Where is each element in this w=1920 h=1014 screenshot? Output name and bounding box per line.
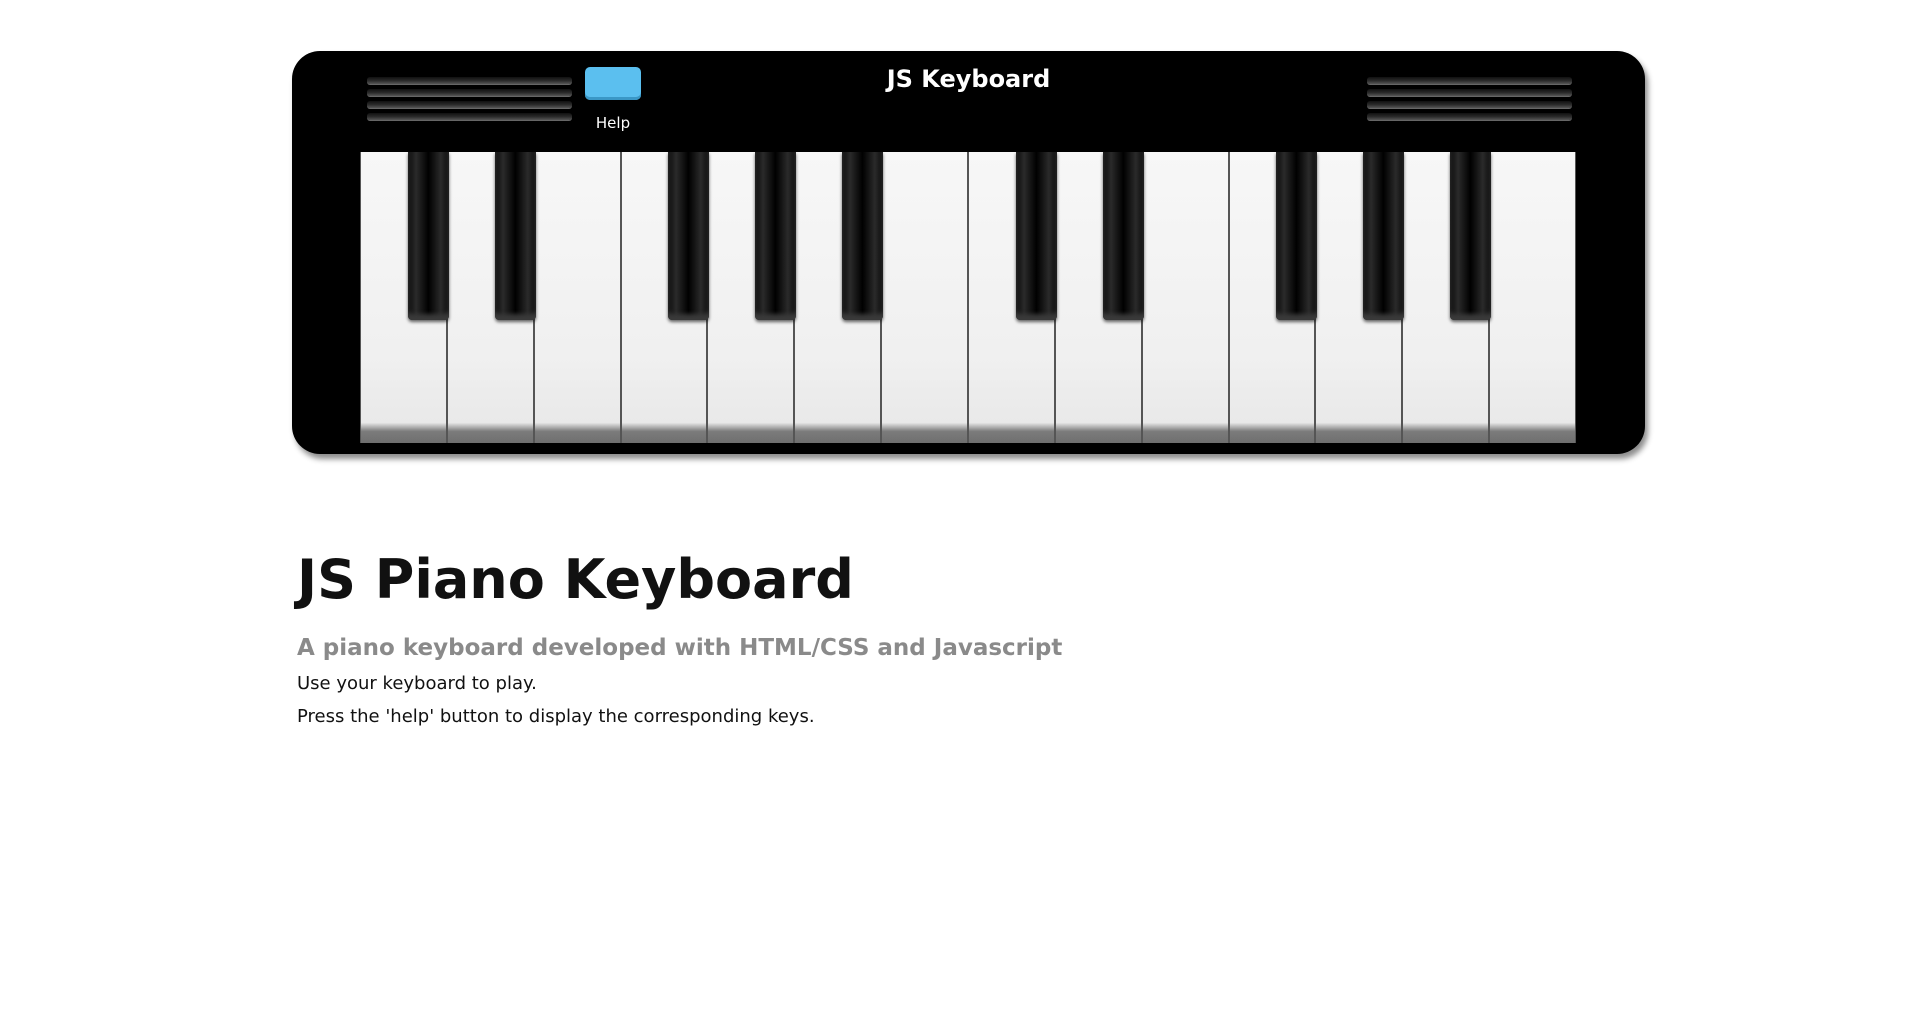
speaker-grille-right [1367, 77, 1572, 127]
black-key-a-sharp-4[interactable] [841, 152, 883, 320]
black-key-f-sharp-2[interactable] [668, 152, 710, 320]
instruction-play: Use your keyboard to play. [297, 673, 537, 694]
black-key-c-sharp-5[interactable] [1015, 152, 1057, 320]
white-key-b-13[interactable] [1489, 152, 1576, 443]
grille-line [1367, 101, 1572, 108]
instruction-help: Press the 'help' button to display the c… [297, 706, 815, 727]
black-key-d-sharp-1[interactable] [494, 152, 536, 320]
grille-line [367, 101, 572, 108]
help-label: Help [595, 114, 631, 132]
white-key-e-9[interactable] [1141, 152, 1229, 443]
grille-line [367, 113, 572, 120]
grille-line [1367, 89, 1572, 96]
black-key-g-sharp-8[interactable] [1363, 152, 1405, 320]
black-key-c-sharp-0[interactable] [407, 152, 449, 320]
page-subtitle: A piano keyboard developed with HTML/CSS… [297, 635, 1063, 661]
white-key-e-2[interactable] [533, 152, 621, 443]
piano-keyboard: Help JS Keyboard [292, 51, 1645, 454]
black-key-f-sharp-7[interactable] [1276, 152, 1318, 320]
page-title: JS Piano Keyboard [297, 548, 854, 611]
page-content: JS Piano Keyboard A piano keyboard devel… [297, 545, 1497, 727]
white-key-b-6[interactable] [881, 152, 968, 443]
black-key-a-sharp-9[interactable] [1449, 152, 1491, 320]
black-key-d-sharp-6[interactable] [1102, 152, 1144, 320]
grille-line [1367, 77, 1572, 84]
piano-keys [360, 152, 1576, 443]
black-key-g-sharp-3[interactable] [755, 152, 797, 320]
grille-line [1367, 113, 1572, 120]
